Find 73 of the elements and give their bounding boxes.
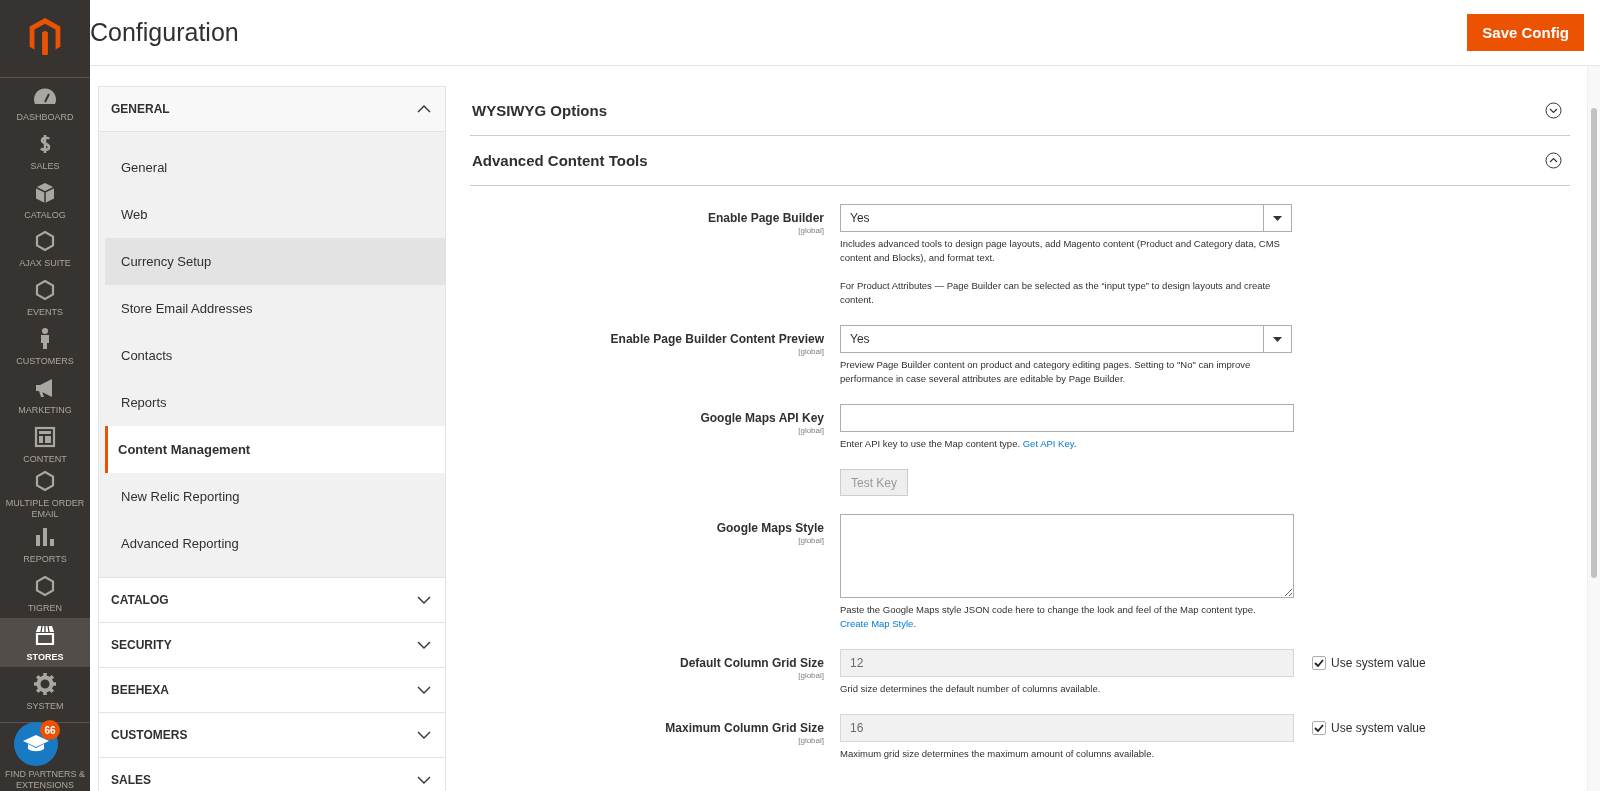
menu-item[interactable]: MULTIPLE ORDER EMAIL xyxy=(0,469,90,521)
nav-group-header[interactable]: GENERAL xyxy=(99,87,445,132)
hexagon-icon xyxy=(33,573,57,598)
checkbox-label: Use system value xyxy=(1331,721,1426,735)
expand-icon xyxy=(1545,102,1562,119)
dropdown[interactable]: Yes xyxy=(840,325,1292,353)
gear-icon xyxy=(33,671,57,696)
help-text: Preview Page Builder content on product and category editing pages. Setting to "No" can improve performance in case several attributes are editable by Page Builder. xyxy=(840,358,1252,386)
nav-item[interactable]: General xyxy=(105,144,445,191)
chevron-icon xyxy=(417,686,431,694)
menu-item[interactable]: CUSTOMERS xyxy=(0,322,90,372)
menu-item[interactable]: STORES xyxy=(0,618,90,668)
nav-item[interactable]: Contacts xyxy=(105,332,445,379)
scope-label: [global] xyxy=(797,347,824,356)
field-label: Default Column Grid Size xyxy=(679,656,824,670)
menu-item[interactable]: CATALOG xyxy=(0,176,90,225)
nav-item[interactable]: Advanced Reporting xyxy=(105,520,445,567)
caret-icon xyxy=(1273,336,1282,342)
menu-item[interactable]: SALES xyxy=(0,127,90,177)
scope-label: [global] xyxy=(797,736,824,745)
hexagon-icon xyxy=(33,278,57,303)
checkbox-label: Use system value xyxy=(1331,656,1426,670)
link[interactable]: Get API Key xyxy=(1022,438,1074,449)
section-header[interactable]: WYSIWYG Options xyxy=(470,86,1570,136)
menu-item[interactable]: TIGREN xyxy=(0,569,90,619)
nav-item[interactable]: Store Email Addresses xyxy=(105,285,445,332)
help-text: Paste the Google Maps style JSON code here to change the look and feel of the Map content type. Create Map Style. xyxy=(840,603,1257,631)
logo-icon xyxy=(28,17,62,56)
nav-item[interactable]: Content Management xyxy=(105,426,445,473)
field-label: Enable Page Builder Content Preview xyxy=(609,332,824,346)
nav-item[interactable]: Web xyxy=(105,191,445,238)
dropdown[interactable]: Yes xyxy=(840,204,1292,232)
scope-label: [global] xyxy=(797,426,824,435)
nav-item[interactable]: Reports xyxy=(105,379,445,426)
menu-item[interactable]: SYSTEM xyxy=(0,667,90,717)
page-title: Configuration xyxy=(90,18,239,47)
scrollbar[interactable] xyxy=(1587,66,1600,791)
field-label: Google Maps Style xyxy=(715,521,824,535)
chevron-icon xyxy=(417,105,431,113)
text-area[interactable] xyxy=(840,514,1294,598)
help-text: Maximum grid size determines the maximum amount of columns available. xyxy=(840,747,1156,761)
collapse-icon xyxy=(1545,152,1562,169)
help-text: For Product Attributes — Page Builder can be selected as the “input type” to design layouts and create content. xyxy=(840,279,1272,307)
scope-label: [global] xyxy=(797,226,824,235)
field-label: Enable Page Builder xyxy=(706,211,824,225)
chevron-icon xyxy=(417,641,431,649)
nav-item[interactable]: New Relic Reporting xyxy=(105,473,445,520)
hexagon-icon xyxy=(33,469,57,494)
cube-icon xyxy=(33,180,57,205)
scope-label: [global] xyxy=(797,536,824,545)
scrollbar-thumb[interactable] xyxy=(1591,108,1597,578)
input-field[interactable] xyxy=(840,404,1294,432)
caret-icon xyxy=(1273,215,1282,221)
help-text: Includes advanced tools to design page layouts, add Magento content (Product and Category data, CMS content and Blocks), and format text. xyxy=(840,237,1280,265)
menu-item[interactable]: CONTENT xyxy=(0,420,90,470)
field-label: Google Maps API Key xyxy=(699,411,824,425)
menu-item[interactable]: DASHBOARD xyxy=(0,77,90,128)
menu-item[interactable]: AJAX SUITE xyxy=(0,225,90,274)
layout-icon xyxy=(33,425,57,449)
hexagon-icon xyxy=(33,229,57,254)
menu-item[interactable]: EVENTS xyxy=(0,273,90,323)
menu-item[interactable]: REPORTS xyxy=(0,520,90,570)
help-text: Enter API key to use the Map content type. Get API Key. xyxy=(840,437,1078,451)
field-label: Maximum Column Grid Size xyxy=(664,721,824,735)
menu-item[interactable]: MARKETING xyxy=(0,371,90,421)
section-header[interactable]: Advanced Content Tools xyxy=(470,136,1570,186)
chevron-icon xyxy=(417,596,431,604)
nav-item[interactable]: Currency Setup xyxy=(105,238,445,285)
chevron-icon xyxy=(417,776,431,784)
help-text: Grid size determines the default number of columns available. xyxy=(840,682,1102,696)
save-config-button[interactable]: Save Config xyxy=(1467,14,1584,51)
chevron-icon xyxy=(417,731,431,739)
scope-label: [global] xyxy=(797,671,824,680)
